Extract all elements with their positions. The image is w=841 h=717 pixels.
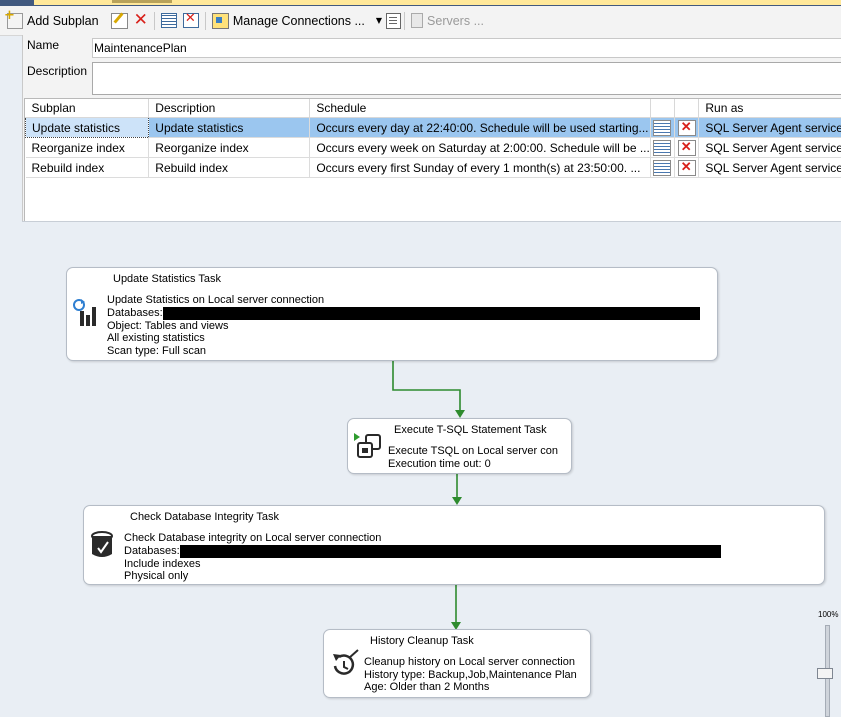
subplan-properties-button[interactable]: [108, 10, 131, 32]
task-title: Execute T-SQL Statement Task: [394, 424, 547, 437]
column-header-run-as[interactable]: Run as: [699, 99, 841, 118]
subplan-run-as-cell[interactable]: SQL Server Agent service: [699, 118, 841, 138]
history-cleanup-icon: [329, 648, 361, 680]
subplan-description-cell[interactable]: Rebuild index: [149, 158, 310, 178]
zoom-level-label: 100%: [818, 610, 838, 619]
add-subplan-label: Add Subplan: [27, 14, 99, 28]
calendar-icon: [161, 13, 177, 28]
redacted-databases: [180, 545, 721, 558]
precedence-arrow-1[interactable]: [393, 361, 460, 412]
subplan-schedule-cell[interactable]: Occurs every day at 22:40:00. Schedule w…: [310, 118, 651, 138]
remove-schedule-button[interactable]: [180, 10, 202, 32]
delete-schedule-cell: [675, 138, 699, 158]
name-label: Name: [27, 38, 59, 52]
subplan-description-cell[interactable]: Update statistics: [149, 118, 310, 138]
task-detail-line: Execution time out: 0: [388, 458, 568, 471]
plan-properties-panel: Name MaintenancePlan Description Subplan…: [22, 35, 841, 221]
column-header-subplan[interactable]: Subplan: [26, 99, 149, 118]
subplan-schedule-button[interactable]: [158, 10, 180, 32]
delete-schedule-button[interactable]: [678, 160, 696, 176]
delete-subplan-button[interactable]: ✕: [131, 10, 151, 32]
grid-header-row: Subplan Description Schedule Run as: [26, 99, 841, 118]
edit-schedule-cell: [650, 138, 674, 158]
reporting-dropdown-button[interactable]: ▼: [368, 10, 401, 32]
delete-schedule-button[interactable]: [678, 120, 696, 136]
task-detail-line: History type: Backup,Job,Maintenance Pla…: [364, 669, 577, 682]
server-icon: [411, 13, 423, 28]
edit-schedule-cell: [650, 158, 674, 178]
servers-label: Servers ...: [427, 14, 484, 28]
databases-label: Databases:: [107, 307, 163, 319]
manage-connections-button[interactable]: Manage Connections ...: [209, 10, 368, 32]
zoom-slider-thumb[interactable]: [817, 668, 833, 679]
edit-properties-icon: [111, 13, 128, 29]
designer-surface[interactable]: Update Statistics Task Update Statistics…: [22, 221, 841, 708]
add-subplan-icon: [7, 13, 23, 29]
task-detail-line: Scan type: Full scan: [107, 345, 700, 358]
edit-schedule-button[interactable]: [653, 160, 671, 176]
column-header-description[interactable]: Description: [149, 99, 310, 118]
table-row[interactable]: Reorganize index Reorganize index Occurs…: [26, 138, 841, 158]
plan-description-field[interactable]: [92, 62, 841, 95]
edit-schedule-cell: [650, 118, 674, 138]
task-detail-line: All existing statistics: [107, 332, 700, 345]
description-label: Description: [27, 64, 87, 78]
task-title: Check Database Integrity Task: [130, 511, 279, 524]
toolbar-separator: [205, 12, 206, 30]
subplan-run-as-cell[interactable]: SQL Server Agent service: [699, 138, 841, 158]
execute-tsql-task[interactable]: Execute T-SQL Statement Task Execute TSQ…: [347, 418, 572, 474]
delete-icon: ✕: [134, 12, 148, 29]
report-icon: [386, 13, 401, 29]
subplan-run-as-cell[interactable]: SQL Server Agent service: [699, 158, 841, 178]
update-statistics-icon: [72, 298, 102, 328]
task-detail-line: Update Statistics on Local server connec…: [107, 294, 700, 307]
tab-title-fragment: [112, 0, 172, 3]
subplan-name-cell[interactable]: Rebuild index: [26, 158, 149, 178]
designer-toolbar: Add Subplan ✕ Manage Connections ... ▼ S…: [0, 6, 841, 36]
servers-button[interactable]: Servers ...: [408, 10, 487, 32]
subplan-name-cell[interactable]: Update statistics: [26, 118, 149, 138]
table-row[interactable]: Rebuild index Rebuild index Occurs every…: [26, 158, 841, 178]
task-detail-line: Execute TSQL on Local server con: [388, 445, 568, 458]
delete-schedule-button[interactable]: [678, 140, 696, 156]
execute-sql-icon: [352, 431, 384, 463]
chevron-down-icon: ▼: [376, 16, 382, 25]
database-check-icon: [89, 530, 119, 560]
task-title: Update Statistics Task: [113, 273, 221, 286]
task-detail-line: Age: Older than 2 Months: [364, 681, 577, 694]
connection-icon: [212, 13, 229, 29]
column-header-schedule-delete: [675, 99, 699, 118]
subplan-grid: Subplan Description Schedule Run as Upda…: [24, 98, 841, 222]
task-detail-line: Object: Tables and views: [107, 320, 700, 333]
arrow-head: [455, 410, 465, 418]
column-header-schedule[interactable]: Schedule: [310, 99, 651, 118]
edit-schedule-button[interactable]: [653, 140, 671, 156]
subplan-schedule-cell[interactable]: Occurs every week on Saturday at 2:00:00…: [310, 138, 651, 158]
task-title: History Cleanup Task: [370, 635, 474, 648]
redacted-databases: [163, 307, 700, 320]
subplan-description-cell[interactable]: Reorganize index: [149, 138, 310, 158]
arrow-head: [452, 497, 462, 505]
history-cleanup-task[interactable]: History Cleanup Task Cleanup history on …: [323, 629, 591, 698]
task-detail-line: Include indexes: [124, 558, 721, 571]
check-database-integrity-task[interactable]: Check Database Integrity Task Check Data…: [83, 505, 825, 585]
task-detail-line: Cleanup history on Local server connecti…: [364, 656, 577, 669]
delete-schedule-cell: [675, 158, 699, 178]
toolbar-separator: [154, 12, 155, 30]
manage-connections-label: Manage Connections ...: [233, 14, 365, 28]
delete-schedule-icon: [183, 13, 199, 28]
databases-label: Databases:: [124, 545, 180, 557]
subplan-name-cell[interactable]: Reorganize index: [26, 138, 149, 158]
delete-schedule-cell: [675, 118, 699, 138]
column-header-schedule-edit: [650, 99, 674, 118]
table-row[interactable]: Update statistics Update statistics Occu…: [26, 118, 841, 138]
task-detail-line: Physical only: [124, 570, 721, 583]
add-subplan-button[interactable]: Add Subplan: [4, 10, 102, 32]
update-statistics-task[interactable]: Update Statistics Task Update Statistics…: [66, 267, 718, 361]
plan-name-field[interactable]: MaintenancePlan: [92, 38, 841, 58]
edit-schedule-button[interactable]: [653, 120, 671, 136]
task-detail-line: Check Database integrity on Local server…: [124, 532, 721, 545]
subplan-schedule-cell[interactable]: Occurs every first Sunday of every 1 mon…: [310, 158, 651, 178]
toolbar-separator: [404, 12, 405, 30]
